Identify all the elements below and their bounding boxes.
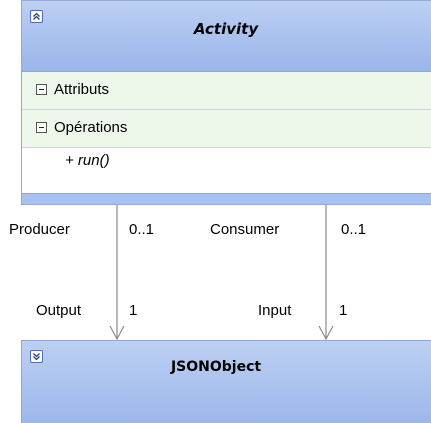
collapse-minus-icon[interactable] bbox=[36, 84, 47, 95]
activity-class-title: Activity bbox=[193, 20, 259, 38]
output-role-label: Output bbox=[36, 302, 82, 319]
activity-class-header: Activity bbox=[22, 1, 431, 72]
jsonobject-class[interactable]: JSONObject bbox=[21, 340, 431, 423]
class-footer bbox=[22, 193, 431, 204]
attributes-section[interactable]: Attributs bbox=[22, 72, 431, 110]
jsonobject-class-header: JSONObject bbox=[22, 341, 431, 423]
operation-row[interactable]: + run() bbox=[22, 148, 431, 176]
activity-class[interactable]: Activity Attributs Opérations + run() bbox=[21, 0, 431, 205]
operation-run: + run() bbox=[65, 152, 110, 169]
collapse-up-icon[interactable] bbox=[30, 10, 43, 23]
association-producer-output[interactable] bbox=[109, 205, 125, 341]
collapse-minus-icon[interactable] bbox=[36, 122, 47, 133]
operations-label: Opérations bbox=[54, 119, 128, 136]
consumer-role-label: Consumer bbox=[210, 221, 280, 238]
operations-section[interactable]: Opérations bbox=[22, 110, 431, 148]
input-role-label: Input bbox=[258, 302, 292, 319]
attributes-label: Attributs bbox=[54, 81, 110, 98]
jsonobject-class-title: JSONObject bbox=[170, 359, 262, 375]
output-multiplicity-label: 1 bbox=[129, 302, 138, 319]
association-consumer-input[interactable] bbox=[318, 205, 334, 341]
producer-role-label: Producer bbox=[9, 221, 70, 238]
input-multiplicity-label: 1 bbox=[339, 302, 348, 319]
consumer-multiplicity-label: 0..1 bbox=[341, 221, 367, 238]
expand-down-icon[interactable] bbox=[30, 350, 43, 363]
producer-multiplicity-label: 0..1 bbox=[129, 221, 155, 238]
